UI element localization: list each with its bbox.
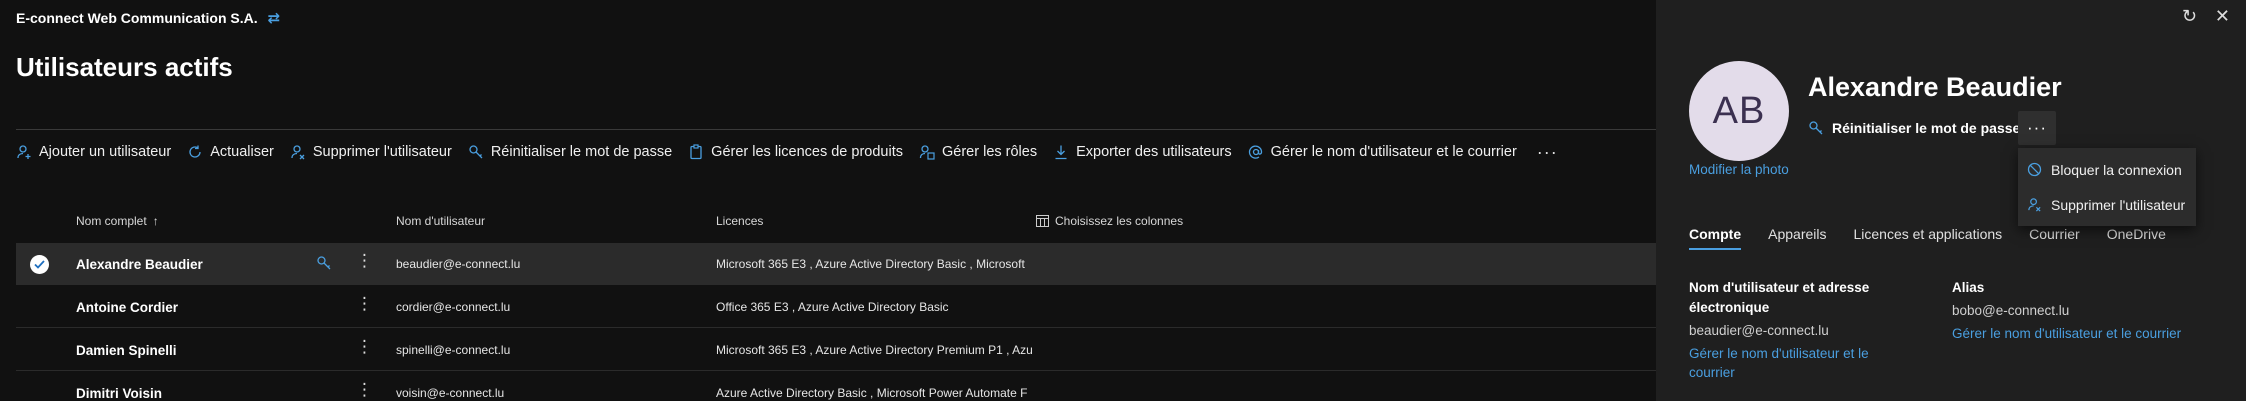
user-full-name[interactable]: Dimitri Voisin: [76, 386, 162, 401]
modify-photo-link[interactable]: Modifier la photo: [1689, 162, 1789, 177]
sort-ascending-icon: ↑: [152, 214, 159, 228]
alias-label: Alias: [1952, 280, 1985, 295]
row-more-icon[interactable]: ⋮: [356, 252, 373, 269]
licenses-cell: Office 365 E3 , Azure Active Directory B…: [716, 300, 949, 314]
menu-item-delete-user[interactable]: Supprimer l'utilisateur: [2018, 187, 2196, 222]
panel-user-name: Alexandre Beaudier: [1808, 72, 2062, 102]
row-select-checkbox[interactable]: [30, 255, 49, 274]
user-full-name[interactable]: Antoine Cordier: [76, 300, 178, 315]
columns-icon: [1036, 215, 1049, 227]
column-header-licenses[interactable]: Licences: [716, 214, 763, 228]
manage-roles-button[interactable]: Gérer les rôles: [919, 144, 1037, 160]
avatar: AB: [1689, 61, 1789, 161]
manage-licenses-button[interactable]: Gérer les licences de produits: [688, 144, 903, 160]
username-value: beaudier@e-connect.lu: [1689, 323, 1829, 338]
block-icon: [2027, 162, 2042, 177]
command-bar: Ajouter un utilisateur Actualiser Suppri…: [16, 140, 1558, 164]
tab-devices[interactable]: Appareils: [1768, 226, 1826, 250]
licenses-cell: Microsoft 365 E3 , Azure Active Director…: [716, 343, 1033, 357]
switch-org-icon[interactable]: ⇄: [268, 9, 281, 27]
choose-columns-button[interactable]: Choisissez les colonnes: [1036, 214, 1183, 228]
table-row[interactable]: Alexandre Beaudier ⋮ beaudier@e-connect.…: [16, 243, 1656, 285]
remove-person-icon: [2028, 198, 2041, 212]
clipboard-icon: [690, 144, 702, 160]
refresh-panel-icon[interactable]: ↻: [2182, 6, 2197, 27]
add-person-icon: [17, 145, 31, 159]
refresh-icon: [189, 145, 201, 158]
panel-reset-password-button[interactable]: Réinitialiser le mot de passe: [1808, 120, 2020, 136]
manage-username-button[interactable]: Gérer le nom d'utilisateur et le courrie…: [1248, 144, 1517, 160]
row-more-icon[interactable]: ⋮: [356, 338, 373, 355]
menu-item-block-signin[interactable]: Bloquer la connexion: [2018, 152, 2196, 187]
org-switcher[interactable]: E-connect Web Communication S.A. ⇄: [16, 9, 280, 27]
tab-licenses-apps[interactable]: Licences et applications: [1854, 226, 2003, 250]
more-commands-button[interactable]: ···: [1537, 142, 1558, 163]
username-cell: beaudier@e-connect.lu: [396, 257, 521, 271]
add-user-button[interactable]: Ajouter un utilisateur: [16, 144, 171, 160]
key-icon: [1809, 121, 1823, 135]
user-details-panel: ↻ ✕ AB Modifier la photo Alexandre Beaud…: [1656, 0, 2246, 401]
table-row[interactable]: Dimitri Voisin ⋮ voisin@e-connect.lu Azu…: [16, 372, 1656, 401]
panel-tabs: Compte Appareils Licences et application…: [1689, 226, 2166, 250]
close-icon[interactable]: ✕: [2215, 6, 2230, 27]
username-label: Nom d'utilisateur et adresse électroniqu…: [1689, 280, 1870, 315]
licenses-cell: Azure Active Directory Basic , Microsoft…: [716, 386, 1028, 400]
table-row[interactable]: Antoine Cordier ⋮ cordier@e-connect.lu O…: [16, 286, 1656, 328]
delete-user-button[interactable]: Supprimer l'utilisateur: [290, 144, 452, 160]
tab-onedrive[interactable]: OneDrive: [2107, 226, 2166, 250]
row-more-icon[interactable]: ⋮: [356, 381, 373, 398]
reset-password-button[interactable]: Réinitialiser le mot de passe: [468, 144, 672, 160]
download-icon: [1055, 145, 1067, 160]
manage-username-link[interactable]: Gérer le nom d'utilisateur et le courrie…: [1689, 344, 1899, 382]
column-header-username[interactable]: Nom d'utilisateur: [396, 214, 485, 228]
header-divider: [16, 129, 1656, 130]
org-name: E-connect Web Communication S.A.: [16, 10, 258, 26]
username-section: Nom d'utilisateur et adresse électroniqu…: [1689, 278, 1899, 382]
users-page: E-connect Web Communication S.A. ⇄ Utili…: [0, 0, 1656, 401]
licenses-cell: Microsoft 365 E3 , Azure Active Director…: [716, 257, 1025, 271]
column-header-name[interactable]: Nom complet ↑: [76, 214, 159, 228]
at-sign-icon: [1248, 145, 1262, 159]
username-cell: cordier@e-connect.lu: [396, 300, 511, 314]
row-more-icon[interactable]: ⋮: [356, 295, 373, 312]
person-roles-icon: [919, 145, 935, 160]
username-cell: voisin@e-connect.lu: [396, 386, 505, 400]
tab-account[interactable]: Compte: [1689, 226, 1742, 250]
key-icon: [469, 145, 483, 159]
alias-value: bobo@e-connect.lu: [1952, 303, 2070, 318]
manage-alias-link[interactable]: Gérer le nom d'utilisateur et le courrie…: [1952, 324, 2182, 343]
checkmark-icon: [34, 260, 45, 269]
page-title: Utilisateurs actifs: [16, 52, 233, 82]
tab-mail[interactable]: Courrier: [2029, 226, 2080, 250]
alias-section: Alias bobo@e-connect.lu Gérer le nom d'u…: [1952, 278, 2182, 343]
username-cell: spinelli@e-connect.lu: [396, 343, 511, 357]
panel-actions: ↻ ✕: [2182, 6, 2230, 27]
refresh-button[interactable]: Actualiser: [187, 144, 274, 160]
more-actions-menu: Bloquer la connexion Supprimer l'utilisa…: [2018, 148, 2196, 226]
user-full-name[interactable]: Alexandre Beaudier: [76, 257, 203, 272]
reset-password-row-icon[interactable]: [316, 255, 332, 276]
export-users-button[interactable]: Exporter des utilisateurs: [1053, 144, 1232, 160]
panel-more-button[interactable]: ···: [2018, 111, 2056, 145]
remove-person-icon: [291, 145, 305, 160]
user-full-name[interactable]: Damien Spinelli: [76, 343, 177, 358]
table-row[interactable]: Damien Spinelli ⋮ spinelli@e-connect.lu …: [16, 329, 1656, 371]
